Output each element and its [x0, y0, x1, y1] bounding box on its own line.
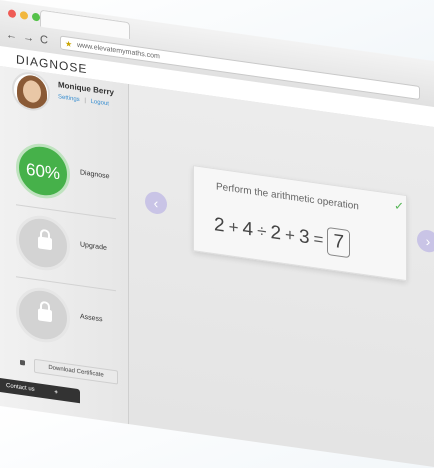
chevron-right-icon[interactable]: › — [417, 228, 434, 254]
maximize-dot-icon[interactable] — [32, 12, 40, 22]
chevron-left-icon[interactable]: ‹ — [145, 190, 167, 216]
checkmark-icon: ✓ — [394, 198, 405, 214]
exercise-card: Perform the arithmetic operation ✓ 2 + 4… — [193, 165, 407, 282]
lock-icon — [38, 308, 52, 323]
reload-icon[interactable]: C — [40, 34, 48, 47]
bookmark-star-icon[interactable]: ★ — [65, 37, 72, 52]
plus-icon: + — [54, 389, 58, 397]
sidebar-item-upgrade[interactable]: Upgrade — [10, 211, 122, 287]
settings-link[interactable]: Settings — [58, 94, 80, 103]
main-content: ‹ Perform the arithmetic operation ✓ 2 +… — [129, 84, 434, 467]
equation-term: 3 — [298, 226, 310, 249]
sidebar: Monique Berry Settings | Logout 60% Diag… — [0, 66, 129, 425]
answer-input[interactable]: 7 — [327, 227, 351, 259]
lock-icon — [38, 236, 52, 251]
exercise-prompt: Perform the arithmetic operation — [216, 181, 359, 213]
equation-operator: ÷ — [257, 221, 267, 242]
equation-operator: = — [313, 229, 324, 250]
back-arrow-icon[interactable]: ← — [6, 29, 17, 43]
download-certificate-button[interactable]: Download Certificate — [34, 358, 118, 385]
window-controls — [8, 9, 40, 22]
progress-percent: 60% — [25, 159, 61, 184]
progress-circle: 60% — [16, 140, 70, 202]
close-dot-icon[interactable] — [8, 9, 16, 19]
contact-label: Contact us — [6, 382, 35, 393]
equation-term: 2 — [270, 222, 282, 245]
lock-icon — [20, 359, 25, 366]
logout-link[interactable]: Logout — [91, 99, 109, 108]
sidebar-item-label: Assess — [80, 313, 103, 324]
forward-arrow-icon[interactable]: → — [23, 31, 34, 45]
equation-term: 4 — [242, 218, 254, 241]
minimize-dot-icon[interactable] — [20, 10, 28, 20]
browser-nav: ← → C — [6, 29, 48, 47]
sidebar-item-diagnose[interactable]: 60% Diagnose — [10, 139, 122, 215]
browser-tab[interactable] — [40, 9, 130, 40]
contact-us-button[interactable]: Contact us + — [0, 378, 80, 404]
locked-circle — [16, 212, 70, 274]
user-links: Settings | Logout — [58, 94, 109, 107]
sidebar-item-label: Diagnose — [80, 169, 110, 181]
avatar — [12, 69, 50, 114]
equation-operator: + — [285, 225, 295, 246]
sidebar-item-label: Upgrade — [80, 241, 107, 253]
browser-window: ← → C ★ www.elevatemymaths.com DIAGNOSE … — [0, 0, 434, 467]
equation-term: 2 — [214, 214, 225, 237]
sidebar-item-assess[interactable]: Assess — [10, 283, 122, 359]
link-separator: | — [84, 97, 86, 105]
equation: 2 + 4 ÷ 2 + 3 = 7 — [214, 211, 351, 259]
locked-circle — [16, 284, 70, 346]
equation-operator: + — [228, 217, 239, 238]
